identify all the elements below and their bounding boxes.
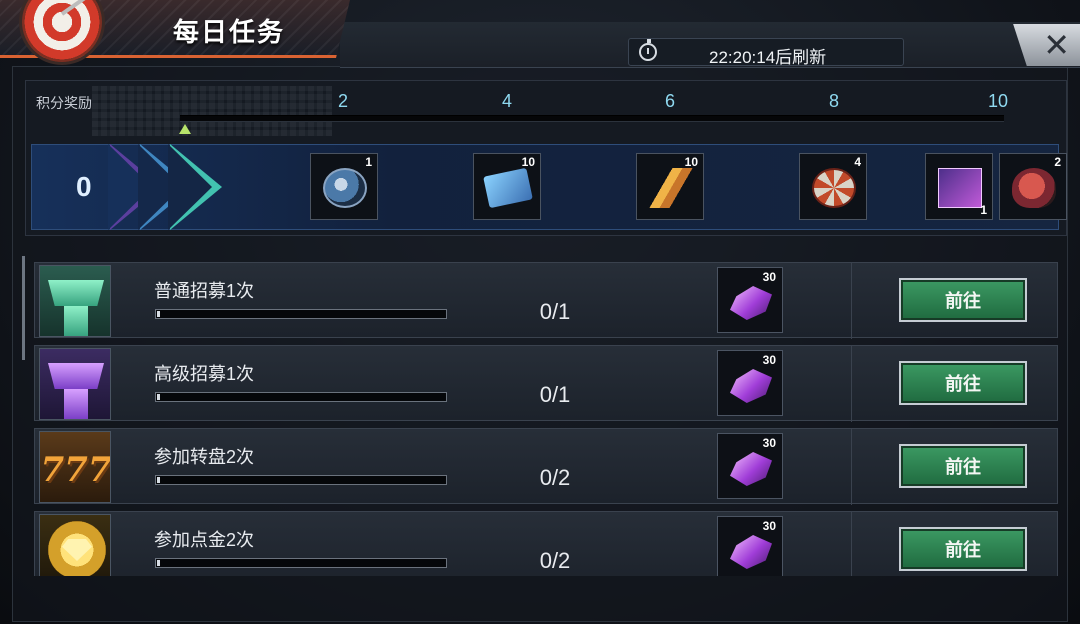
milestone-label: 10 xyxy=(988,91,1009,111)
task-progress-bar xyxy=(155,475,447,485)
task-row: 参加点金2次 0/2 30 前往 xyxy=(34,511,1058,576)
decorative-grid xyxy=(92,86,332,136)
task-name: 普通招募1次 xyxy=(154,281,255,301)
recruit-purple-icon xyxy=(39,348,111,420)
crystal-icon xyxy=(730,286,772,320)
crystal-icon xyxy=(730,452,772,486)
task-name: 高级招募1次 xyxy=(154,364,255,384)
slot-777-icon: 777 xyxy=(39,431,111,503)
reward-item[interactable]: 4 xyxy=(799,153,867,220)
progress-fill xyxy=(157,477,160,483)
task-progress-bar xyxy=(155,309,447,319)
task-progress-text: 0/2 xyxy=(539,465,571,490)
reward-count: 10 xyxy=(684,155,698,169)
reward-count: 1 xyxy=(365,155,372,169)
chevron-decoration xyxy=(168,144,212,230)
task-name: 参加转盘2次 xyxy=(154,447,255,467)
task-row: 普通招募1次 0/1 30 前往 xyxy=(34,262,1058,339)
page-title: 每日任务 xyxy=(173,17,286,47)
points-progress-track xyxy=(180,115,1004,122)
reward-item[interactable]: 10 xyxy=(473,153,541,220)
reward-count: 1 xyxy=(980,203,987,217)
divider xyxy=(851,429,852,505)
task-progress-bar xyxy=(155,392,447,402)
reward-count: 30 xyxy=(762,353,776,367)
task-reward[interactable]: 30 xyxy=(717,267,783,333)
coin-icon xyxy=(323,168,367,208)
divider xyxy=(851,263,852,339)
task-reward[interactable]: 30 xyxy=(717,516,783,576)
reward-item[interactable]: 2 xyxy=(999,153,1067,220)
recruit-green-icon xyxy=(39,265,111,337)
bullet-icon xyxy=(649,168,693,208)
task-row: 777 参加转盘2次 0/2 30 前往 xyxy=(34,428,1058,505)
go-button[interactable]: 前往 xyxy=(899,361,1027,405)
reward-item[interactable]: 10 xyxy=(636,153,704,220)
task-progress-text: 0/1 xyxy=(539,382,571,407)
task-name: 参加点金2次 xyxy=(154,530,255,550)
crystal-icon xyxy=(730,369,772,403)
progress-fill xyxy=(157,560,160,566)
crystal-icon xyxy=(730,535,772,569)
reward-count: 4 xyxy=(854,155,861,169)
reward-item[interactable]: 1 xyxy=(925,153,993,220)
reward-count: 10 xyxy=(521,155,535,169)
ticket-icon xyxy=(483,167,533,209)
current-points: 0 xyxy=(76,171,92,202)
divider xyxy=(851,512,852,576)
go-button[interactable]: 前往 xyxy=(899,444,1027,488)
close-icon[interactable]: ✕ xyxy=(1043,29,1070,61)
task-progress-text: 0/1 xyxy=(539,299,571,324)
go-button[interactable]: 前往 xyxy=(899,527,1027,571)
card-icon xyxy=(938,168,982,208)
daily-task-window: 每日任务 22:20:14后刷新 ✕ 积分奖励 2 4 6 8 10 0 1 1… xyxy=(0,0,1080,624)
task-progress-text: 0/2 xyxy=(539,548,571,573)
task-progress-bar xyxy=(155,558,447,568)
reward-item[interactable]: 1 xyxy=(310,153,378,220)
reward-count: 30 xyxy=(762,519,776,533)
milestone-label: 6 xyxy=(665,91,676,111)
points-reward-label: 积分奖励 xyxy=(36,95,92,111)
reward-count: 30 xyxy=(762,436,776,450)
reward-count: 30 xyxy=(762,270,776,284)
divider xyxy=(851,346,852,422)
reward-count: 2 xyxy=(1054,155,1061,169)
task-reward[interactable]: 30 xyxy=(717,433,783,499)
task-row: 高级招募1次 0/1 30 前往 xyxy=(34,345,1058,422)
task-list[interactable]: 普通招募1次 0/1 30 前往 高级招募1次 0/1 30 前往 777 参加… xyxy=(22,246,1068,576)
stopwatch-icon xyxy=(639,39,657,61)
refresh-timer: 22:20:14后刷新 xyxy=(628,38,904,67)
progress-fill xyxy=(157,394,160,400)
rations-icon xyxy=(1012,168,1056,208)
go-button[interactable]: 前往 xyxy=(899,278,1027,322)
milestone-label: 2 xyxy=(338,91,349,111)
milestone-label: 4 xyxy=(502,91,513,111)
gold-coin-icon xyxy=(39,514,111,576)
progress-fill xyxy=(157,311,160,317)
refresh-timer-text: 22:20:14后刷新 xyxy=(709,48,827,67)
task-reward[interactable]: 30 xyxy=(717,350,783,416)
chip-icon xyxy=(812,168,856,208)
progress-marker-icon xyxy=(179,124,191,134)
milestone-label: 8 xyxy=(829,91,840,111)
